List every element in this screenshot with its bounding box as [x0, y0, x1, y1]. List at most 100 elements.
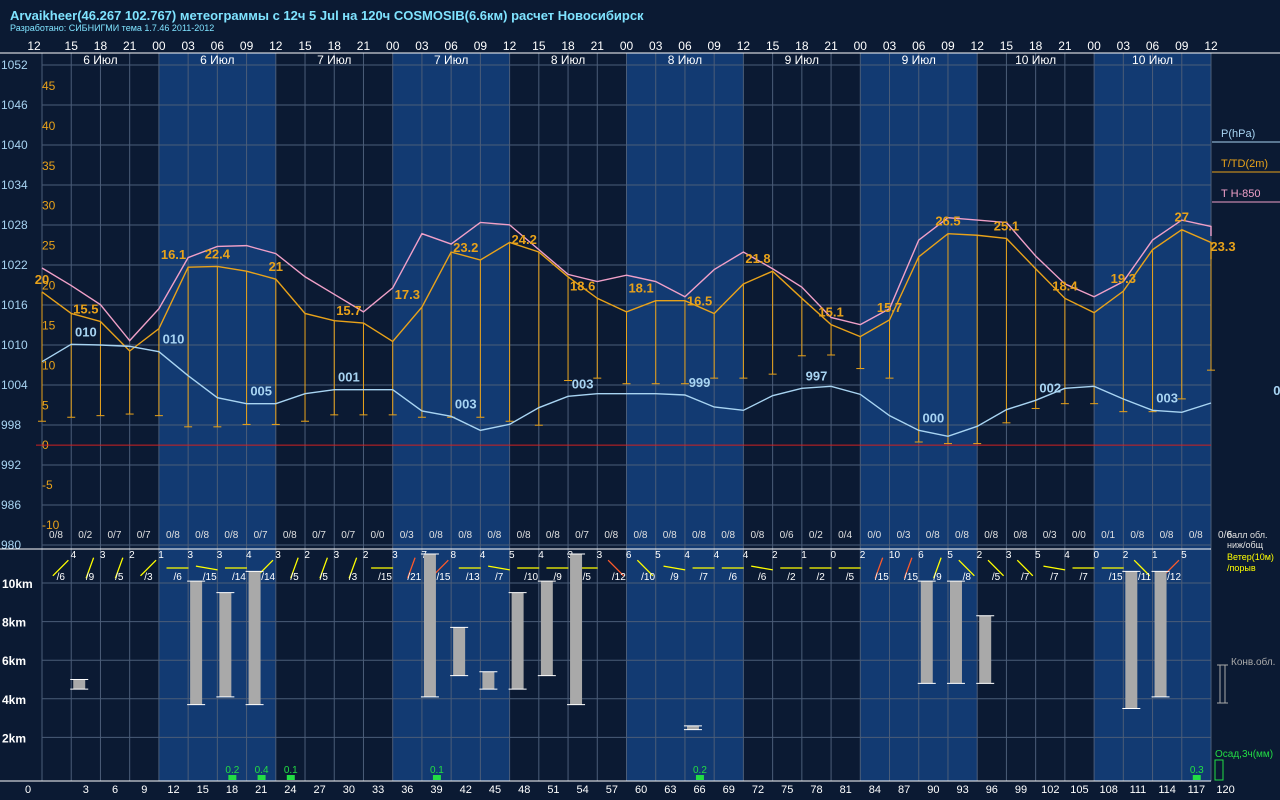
- cloud-cover-label: 0/8: [546, 530, 560, 541]
- pressure-data-label: 999: [689, 375, 711, 390]
- wind-speed-label: 1: [801, 550, 807, 561]
- temperature-tick-label: 35: [42, 159, 56, 173]
- wind-speed-label: 8: [451, 550, 457, 561]
- pressure-tick-label: 1046: [1, 98, 28, 112]
- time-tick-label: 21: [1058, 39, 1072, 53]
- wind-gust-label: /14: [232, 572, 246, 583]
- forecast-hour-label: 90: [927, 784, 939, 796]
- wind-speed-label: 3: [334, 550, 340, 561]
- time-tick-label: 12: [737, 39, 751, 53]
- forecast-hour-label: 39: [430, 784, 442, 796]
- cloud-cover-label: 0/8: [721, 530, 735, 541]
- height-tick-label: 6km: [2, 654, 26, 668]
- time-tick-label: 03: [415, 39, 429, 53]
- temperature-data-label: 20: [35, 272, 49, 287]
- pressure-tick-label: 1034: [1, 178, 28, 192]
- pressure-data-label: 003: [455, 396, 477, 411]
- wind-speed-label: 4: [743, 550, 749, 561]
- wind-gust-label: /15: [875, 572, 889, 583]
- cloud-cover-label: 0/4: [838, 530, 852, 541]
- pressure-tick-label: 1004: [1, 378, 28, 392]
- temperature-data-label: 15.1: [818, 305, 843, 320]
- cloud-cover-label: 0/8: [49, 530, 63, 541]
- time-tick-label: 09: [474, 39, 488, 53]
- forecast-hour-label: 111: [1130, 784, 1147, 796]
- time-tick-label: 21: [123, 39, 137, 53]
- temperature-data-label: 23.2: [453, 240, 478, 255]
- cloud-cover-label: 0/3: [897, 530, 911, 541]
- forecast-hour-label: 30: [343, 784, 355, 796]
- cloud-cover-label: 0/2: [78, 530, 92, 541]
- wind-gust-label: /15: [904, 572, 918, 583]
- pressure-data-label: 000: [1273, 383, 1280, 398]
- temperature-data-label: 15.7: [877, 300, 902, 315]
- pressure-data-label: 997: [806, 368, 828, 383]
- convective-cloud-bar: [423, 554, 436, 697]
- pressure-tick-label: 1040: [1, 138, 28, 152]
- forecast-hour-label: 45: [489, 784, 501, 796]
- forecast-hour-label: 75: [781, 784, 793, 796]
- convective-cloud-bar: [482, 671, 495, 690]
- legend-precip-swatch: [1214, 759, 1224, 781]
- wind-speed-label: 6: [918, 550, 924, 561]
- height-tick-label: 10km: [2, 577, 33, 591]
- convective-cloud-bar: [540, 581, 553, 676]
- pressure-data-label: 000: [923, 410, 945, 425]
- temperature-data-label: 21: [269, 259, 283, 274]
- pressure-tick-label: 992: [1, 458, 21, 472]
- pressure-data-label: 002: [1039, 380, 1061, 395]
- time-tick-label: 18: [1029, 39, 1043, 53]
- wind-gust-label: /11: [1138, 572, 1152, 583]
- convective-cloud-bar: [511, 592, 524, 690]
- convective-cloud-bar: [949, 581, 962, 684]
- time-tick-label: 06: [1146, 39, 1160, 53]
- wind-speed-label: 3: [100, 550, 106, 561]
- time-tick-label: 12: [971, 39, 985, 53]
- wind-speed-label: 1: [1152, 550, 1158, 561]
- pressure-tick-label: 1010: [1, 338, 28, 352]
- forecast-hour-label: 87: [898, 784, 910, 796]
- cloud-cover-label: 0/0: [371, 530, 385, 541]
- precip-label: 0.1: [430, 765, 444, 776]
- cloud-cover-label: 0/7: [137, 530, 151, 541]
- wind-gust-label: /10: [641, 572, 655, 583]
- cloud-cover-label: 0/8: [224, 530, 238, 541]
- pressure-tick-label: 998: [1, 418, 21, 432]
- forecast-hour-label: 105: [1070, 784, 1088, 796]
- forecast-hour-label: 108: [1100, 784, 1118, 796]
- cloud-cover-label: 0/7: [575, 530, 589, 541]
- forecast-hour-label: 0: [25, 784, 31, 796]
- wind-speed-label: 2: [977, 550, 983, 561]
- wind-gust-label: /10: [524, 572, 538, 583]
- wind-gust-label: /12: [1167, 572, 1181, 583]
- pressure-tick-label: 1052: [1, 58, 28, 72]
- time-tick-label: 15: [298, 39, 312, 53]
- legend-t850: T H-850: [1221, 188, 1261, 200]
- forecast-hour-label: 57: [606, 784, 618, 796]
- time-tick-label: 15: [1000, 39, 1014, 53]
- wind-speed-label: 3: [392, 550, 398, 561]
- temperature-data-label: 26.5: [935, 214, 960, 229]
- time-tick-label: 12: [269, 39, 283, 53]
- cloud-cover-label: 0/7: [341, 530, 355, 541]
- cloud-cover-label: 0/8: [487, 530, 501, 541]
- time-tick-label: 18: [328, 39, 342, 53]
- convective-cloud-bar: [979, 615, 992, 684]
- wind-speed-label: 2: [304, 550, 310, 561]
- wind-gust-label: /6: [729, 572, 738, 583]
- forecast-hour-label: 102: [1041, 784, 1059, 796]
- pressure-data-label: 010: [75, 324, 97, 339]
- temperature-data-label: 24.2: [512, 232, 537, 247]
- temperature-data-label: 22.4: [205, 246, 231, 261]
- time-tick-label: 03: [181, 39, 195, 53]
- time-tick-label: 12: [1204, 39, 1218, 53]
- height-tick-label: 2km: [2, 731, 26, 745]
- legend-pressure: P(hPa): [1221, 128, 1255, 140]
- time-tick-label: 21: [591, 39, 605, 53]
- convective-cloud-bar: [248, 571, 261, 705]
- time-tick-label: 09: [941, 39, 955, 53]
- cloud-cover-label: 0/8: [195, 530, 209, 541]
- forecast-hour-label: 60: [635, 784, 647, 796]
- wind-speed-label: 5: [1181, 550, 1187, 561]
- time-tick-label: 06: [444, 39, 458, 53]
